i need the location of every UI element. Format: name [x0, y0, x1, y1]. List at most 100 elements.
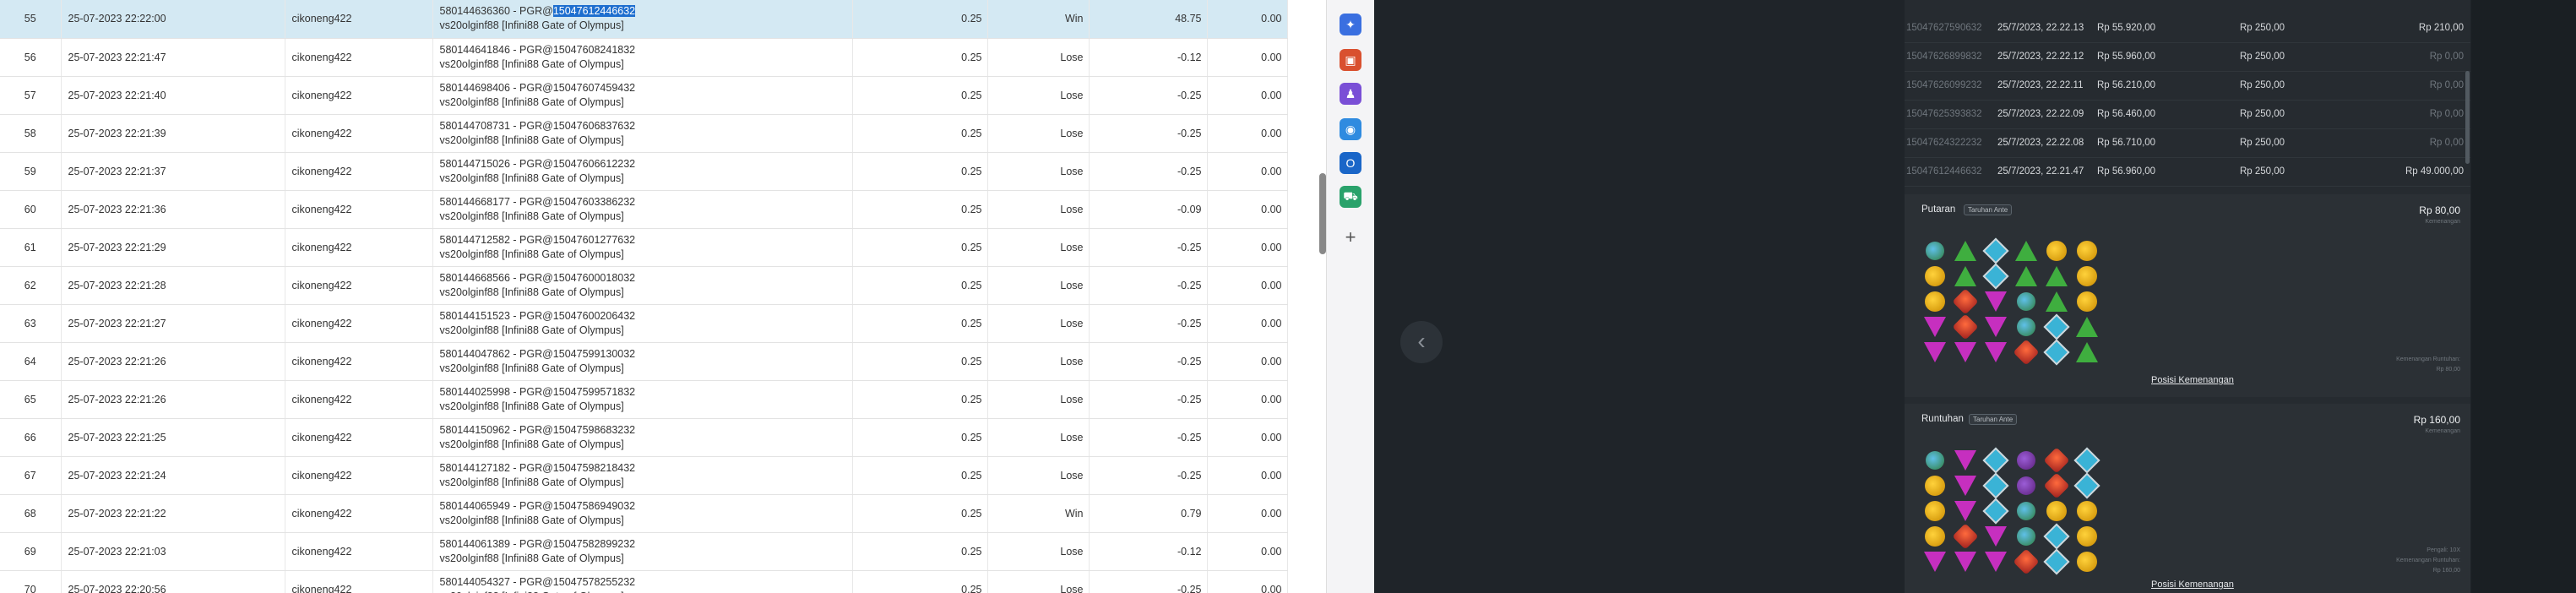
- table-row[interactable]: 55 25-07-2023 22:22:00 cikoneng422 58014463…: [0, 0, 1288, 39]
- table-row[interactable]: 68 25-07-2023 22:21:22 cikoneng422 58014406…: [0, 494, 1288, 533]
- round-bet: Rp 250,00: [2240, 80, 2285, 90]
- tumble-card: Runtuhan Taruhan Ante Rp 160,00 Kemenang…: [1905, 404, 2470, 593]
- symbol-icon: [1924, 291, 1946, 313]
- row-number: 61: [0, 228, 62, 267]
- selected-text[interactable]: 15047612446632: [552, 5, 636, 18]
- symbol-icon: [2076, 500, 2098, 522]
- symbol-grid: [1924, 447, 2106, 576]
- table-row[interactable]: 60 25-07-2023 22:21:36 cikoneng422 58014466…: [0, 190, 1288, 229]
- cart-icon[interactable]: ⛟: [1340, 186, 1361, 208]
- add-icon[interactable]: +: [1340, 226, 1361, 248]
- symbol-icon: [1952, 313, 1979, 340]
- table-row[interactable]: 65 25-07-2023 22:21:26 cikoneng422 58014402…: [0, 380, 1288, 419]
- row-number: 70: [0, 570, 62, 593]
- game-name: vs20olginf88 [Infini88 Gate of Olympus]: [439, 324, 624, 336]
- game-name: vs20olginf88 [Infini88 Gate of Olympus]: [440, 590, 852, 593]
- row-win-amount: -0.12: [1089, 38, 1208, 77]
- history-scrollbar[interactable]: [2465, 71, 2470, 164]
- row-date: 25-07-2023 22:21:36: [61, 190, 285, 229]
- round-balance: Rp 56.710,00: [2097, 138, 2156, 148]
- row-date: 25-07-2023 22:21:27: [61, 304, 285, 343]
- history-row[interactable]: 15047612446632 25/7/2023, 22.21.47 Rp 56.9…: [1905, 157, 2470, 187]
- row-game-info: 580144025998 - PGR@15047599571832 vs20olg…: [432, 380, 853, 419]
- round-win: Rp 0,00: [2429, 52, 2464, 62]
- symbol-icon: [1924, 265, 1946, 287]
- copilot-icon[interactable]: ◉: [1340, 118, 1361, 140]
- table-row[interactable]: 61 25-07-2023 22:21:29 cikoneng422 58014471…: [0, 228, 1288, 267]
- symbol-icon: [2015, 316, 2037, 338]
- table-scrollbar[interactable]: [1319, 173, 1326, 254]
- symbol-icon: [2076, 265, 2098, 287]
- symbol-icon: [1954, 500, 1976, 522]
- game-ref-prefix: 580144025998 - PGR@15047599571832: [439, 385, 636, 398]
- table-row[interactable]: 64 25-07-2023 22:21:26 cikoneng422 58014404…: [0, 342, 1288, 381]
- history-row[interactable]: 15047626899832 25/7/2023, 22.22.12 Rp 55.9…: [1905, 42, 2470, 72]
- history-row[interactable]: 15047624322232 25/7/2023, 22.22.08 Rp 56.7…: [1905, 128, 2470, 158]
- previous-arrow-button[interactable]: ‹: [1400, 321, 1443, 363]
- row-result: Lose: [987, 380, 1090, 419]
- row-username: cikoneng422: [285, 456, 433, 495]
- row-username: cikoneng422: [285, 190, 433, 229]
- row-game-info: 580144151523 - PGR@15047600206432 vs20olg…: [432, 304, 853, 343]
- row-game-info: 580144698406 - PGR@15047607459432 vs20olg…: [432, 76, 853, 115]
- table-row[interactable]: 69 25-07-2023 22:21:03 cikoneng422 58014406…: [0, 532, 1288, 571]
- table-row[interactable]: 57 25-07-2023 22:21:40 cikoneng422 58014469…: [0, 76, 1288, 115]
- game-ref: 580144025998 - PGR@15047599571832: [440, 385, 852, 400]
- row-username: cikoneng422: [285, 76, 433, 115]
- row-refund: 0.00: [1207, 418, 1288, 457]
- row-game-info: 580144641846 - PGR@15047608241832 vs20olg…: [432, 38, 853, 77]
- game-name: vs20olginf88 [Infini88 Gate of Olympus]: [439, 438, 624, 450]
- row-result: Lose: [987, 418, 1090, 457]
- symbol-icon: [1924, 525, 1946, 547]
- round-bet: Rp 250,00: [2240, 109, 2285, 119]
- win-position-link[interactable]: Posisi Kemenangan: [2151, 579, 2234, 590]
- history-row[interactable]: 15047627590632 25/7/2023, 22.22.13 Rp 55.9…: [1905, 14, 2470, 43]
- game-ref-prefix: 580144715026 - PGR@15047606612232: [439, 157, 636, 170]
- table-row[interactable]: 56 25-07-2023 22:21:47 cikoneng422 58014464…: [0, 38, 1288, 77]
- game-ref-prefix: 580144047862 - PGR@15047599130032: [439, 347, 636, 360]
- table-row[interactable]: 70 25-07-2023 22:20:56 cikoneng422 58014405…: [0, 570, 1288, 593]
- row-bet: 0.25: [852, 0, 988, 39]
- row-result: Win: [987, 494, 1090, 533]
- symbol-icon: [2076, 291, 2098, 313]
- symbol-icon: [1952, 288, 1979, 315]
- toolbox-icon[interactable]: ▣: [1340, 49, 1361, 71]
- row-win-amount: -0.25: [1089, 456, 1208, 495]
- row-bet: 0.25: [852, 114, 988, 153]
- row-game-info: 580144668177 - PGR@15047603386232 vs20olg…: [432, 190, 853, 229]
- symbol-grid: [1924, 237, 2106, 367]
- game-ref: 580144636360 - PGR@15047612446632: [440, 4, 852, 19]
- row-bet: 0.25: [852, 266, 988, 305]
- row-bet: 0.25: [852, 152, 988, 191]
- row-username: cikoneng422: [285, 380, 433, 419]
- table-row[interactable]: 63 25-07-2023 22:21:27 cikoneng422 58014415…: [0, 304, 1288, 343]
- row-bet: 0.25: [852, 228, 988, 267]
- row-result: Lose: [987, 266, 1090, 305]
- table-row[interactable]: 66 25-07-2023 22:21:25 cikoneng422 58014415…: [0, 418, 1288, 457]
- row-game-info: 580144127182 - PGR@15047598218432 vs20olg…: [432, 456, 853, 495]
- game-ref-prefix: 580144708731 - PGR@15047606837632: [439, 119, 636, 132]
- tag-icon[interactable]: ✦: [1340, 14, 1361, 35]
- outlook-icon[interactable]: O: [1340, 152, 1361, 174]
- row-number: 57: [0, 76, 62, 115]
- row-win-amount: -0.25: [1089, 570, 1208, 593]
- table-row[interactable]: 67 25-07-2023 22:21:24 cikoneng422 58014412…: [0, 456, 1288, 495]
- game-ref-prefix: 580144065949 - PGR@15047586949032: [439, 499, 636, 512]
- win-position-link[interactable]: Posisi Kemenangan: [2151, 375, 2234, 385]
- round-id: 15047612446632: [1906, 166, 1982, 177]
- row-number: 58: [0, 114, 62, 153]
- row-win-amount: -0.25: [1089, 228, 1208, 267]
- table-row[interactable]: 59 25-07-2023 22:21:37 cikoneng422 58014471…: [0, 152, 1288, 191]
- history-row[interactable]: 15047626099232 25/7/2023, 22.22.11 Rp 56.2…: [1905, 71, 2470, 101]
- table-row[interactable]: 58 25-07-2023 22:21:39 cikoneng422 58014470…: [0, 114, 1288, 153]
- row-win-amount: -0.25: [1089, 418, 1208, 457]
- game-name: vs20olginf88 [Infini88 Gate of Olympus]: [439, 171, 624, 184]
- people-icon[interactable]: ♟: [1340, 83, 1361, 105]
- round-balance: Rp 55.960,00: [2097, 52, 2156, 62]
- table-row[interactable]: 62 25-07-2023 22:21:28 cikoneng422 58014466…: [0, 266, 1288, 305]
- history-row[interactable]: 15047625393832 25/7/2023, 22.22.09 Rp 56.4…: [1905, 100, 2470, 129]
- game-ref-prefix: 580144712582 - PGR@15047601277632: [439, 233, 636, 246]
- symbol-icon: [2046, 240, 2068, 262]
- game-history-panel: 15047627590632 25/7/2023, 22.22.13 Rp 55.9…: [1905, 0, 2470, 593]
- row-refund: 0.00: [1207, 532, 1288, 571]
